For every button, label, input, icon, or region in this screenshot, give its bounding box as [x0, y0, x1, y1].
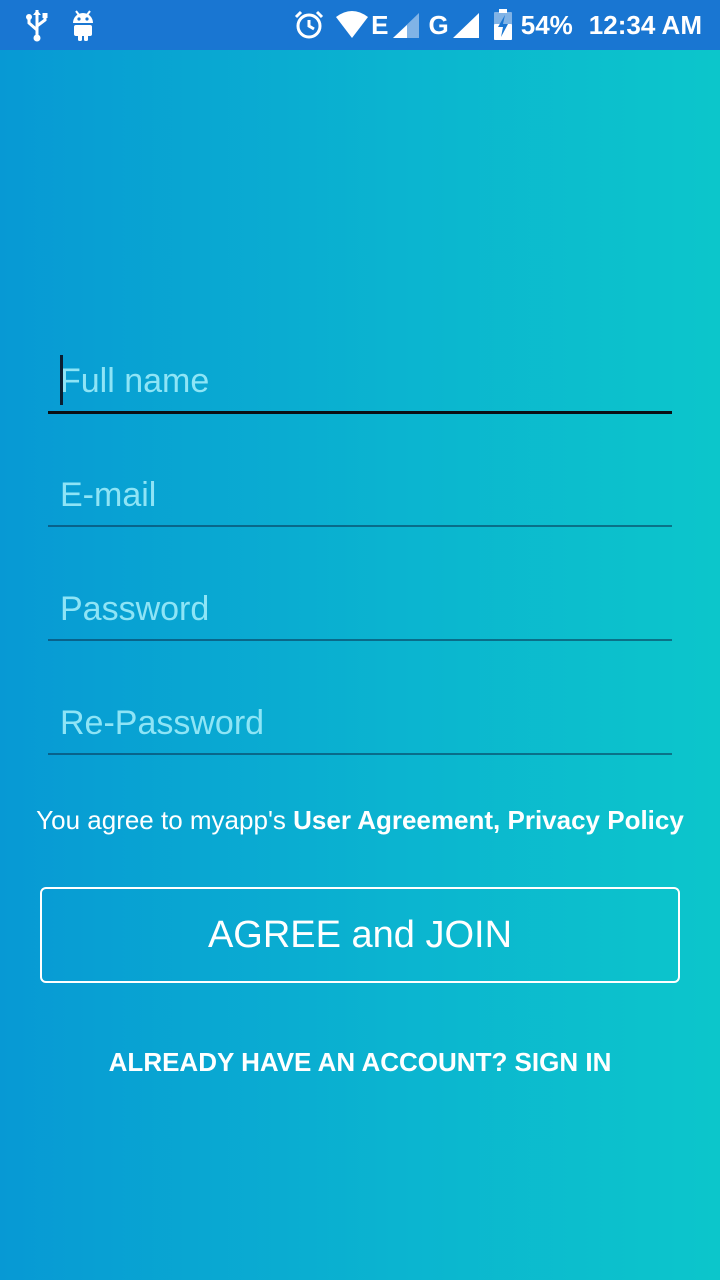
clock-time: 12:34 AM	[588, 10, 702, 40]
status-bar-left	[22, 0, 98, 50]
privacy-policy-link[interactable]: Privacy Policy	[507, 805, 683, 835]
wifi-icon	[335, 11, 369, 39]
android-debug-icon	[68, 8, 98, 42]
password-field[interactable]	[48, 571, 672, 641]
network-type-e: E	[371, 10, 389, 40]
status-bar-right: E G 54% 12:34 AM	[293, 0, 702, 50]
sign-in-link[interactable]: ALREADY HAVE AN ACCOUNT? SIGN IN	[0, 1042, 720, 1082]
agree-and-join-button[interactable]: AGREE and JOIN	[40, 887, 680, 983]
signal-icon	[391, 11, 421, 39]
re-password-field[interactable]	[48, 685, 672, 755]
text-cursor	[60, 355, 63, 405]
status-bar: E G 54% 12:34 AM	[0, 0, 720, 50]
full-name-field[interactable]	[48, 344, 672, 414]
agreement-text: You agree to myapp's User Agreement, Pri…	[0, 800, 720, 840]
user-agreement-link[interactable]: User Agreement,	[293, 805, 500, 835]
battery-percentage: 54%	[520, 10, 573, 40]
battery-charging-icon	[493, 9, 513, 41]
alarm-icon	[293, 9, 325, 41]
full-name-input[interactable]	[60, 357, 672, 405]
re-password-input[interactable]	[60, 699, 672, 747]
password-input[interactable]	[60, 585, 672, 633]
network-type-g: G	[428, 10, 449, 40]
usb-icon	[22, 8, 52, 42]
email-input[interactable]	[60, 471, 672, 519]
agree-and-join-label: AGREE and JOIN	[207, 913, 513, 956]
signal-icon	[451, 11, 481, 39]
email-field[interactable]	[48, 457, 672, 527]
agreement-prefix: You agree to myapp's	[36, 805, 294, 835]
